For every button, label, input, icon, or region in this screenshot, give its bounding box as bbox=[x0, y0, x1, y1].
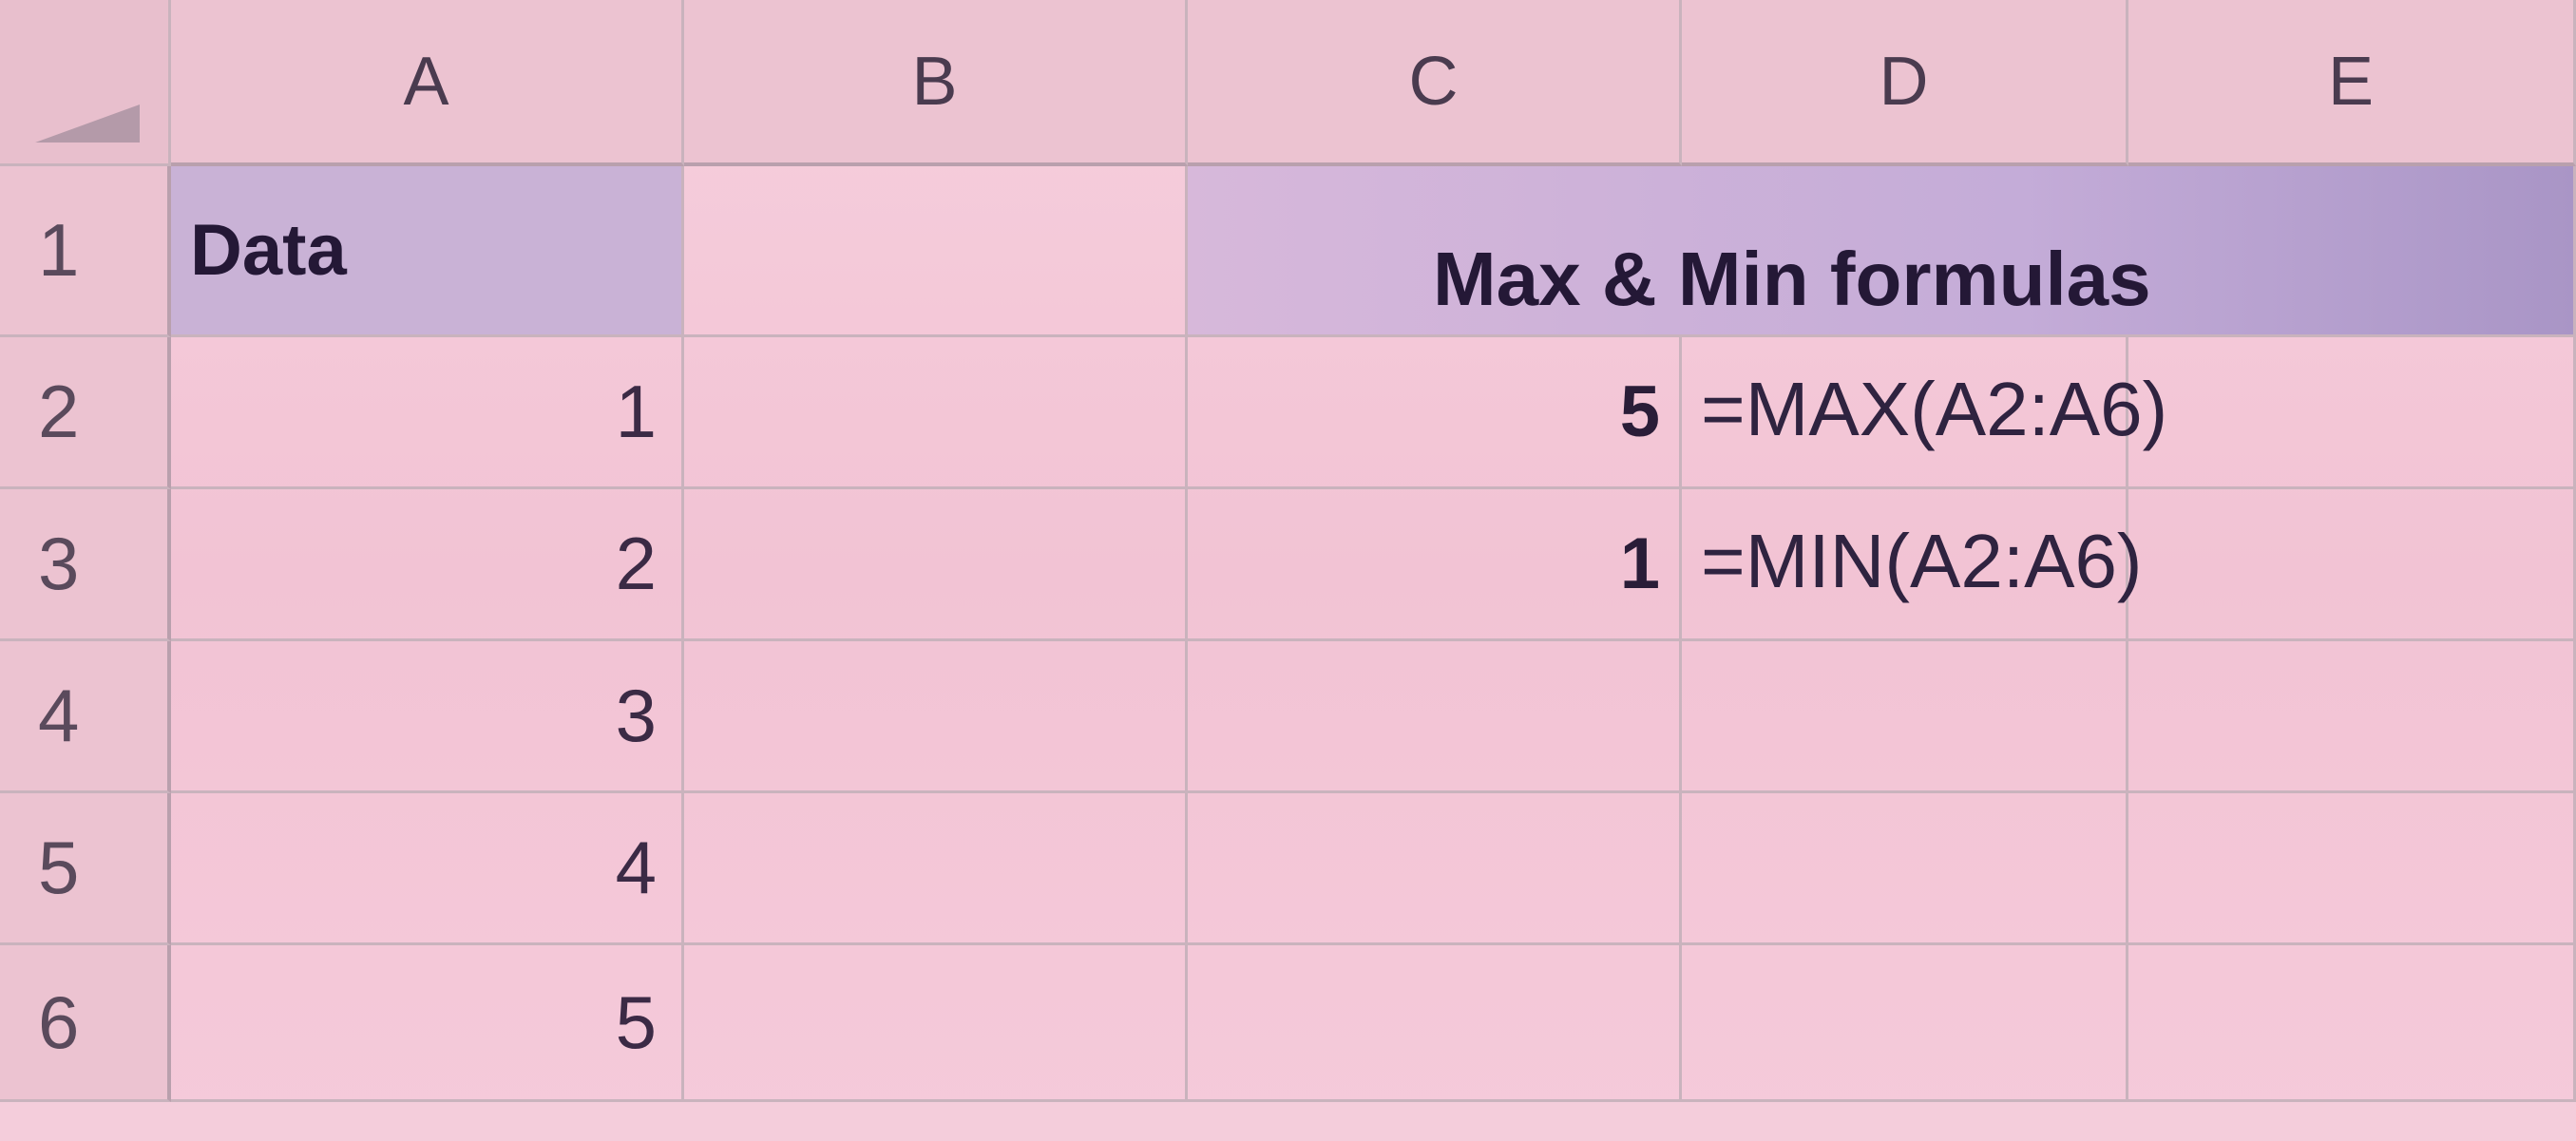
select-all-triangle-icon bbox=[35, 105, 140, 143]
spreadsheet-grid: A B C D E 1 2 3 4 5 6 Data Max & Min for… bbox=[0, 0, 2576, 1141]
row-header-5[interactable]: 5 bbox=[0, 793, 171, 945]
row-header-6[interactable]: 6 bbox=[0, 945, 171, 1102]
row-header-2-label: 2 bbox=[38, 370, 80, 453]
next-row-edge bbox=[0, 1102, 2576, 1141]
column-header-a[interactable]: A bbox=[171, 0, 684, 166]
column-header-b-label: B bbox=[911, 43, 958, 120]
max-result: 5 bbox=[1619, 371, 1660, 452]
select-all-corner[interactable] bbox=[0, 0, 171, 166]
max-formula-text: =MAX(A2:A6) bbox=[1701, 367, 2168, 451]
cell-e3[interactable] bbox=[2128, 489, 2576, 641]
cell-e6[interactable] bbox=[2128, 945, 2576, 1102]
cell-e5[interactable] bbox=[2128, 793, 2576, 945]
cell-b3[interactable] bbox=[684, 489, 1188, 641]
cell-c2[interactable]: 5 bbox=[1188, 337, 1682, 489]
cell-b4[interactable] bbox=[684, 641, 1188, 793]
row-header-1[interactable]: 1 bbox=[0, 166, 171, 337]
cell-a4-value: 3 bbox=[615, 674, 657, 757]
cell-a6-value: 5 bbox=[615, 979, 657, 1064]
column-header-d[interactable]: D bbox=[1682, 0, 2128, 166]
cell-b1[interactable] bbox=[684, 166, 1188, 337]
row-header-5-label: 5 bbox=[38, 826, 80, 909]
row-header-2[interactable]: 2 bbox=[0, 337, 171, 489]
column-header-e[interactable]: E bbox=[2128, 0, 2576, 166]
cell-a3[interactable]: 2 bbox=[171, 489, 684, 641]
row-header-3-label: 3 bbox=[38, 522, 80, 605]
cell-a5-value: 4 bbox=[615, 826, 657, 909]
cell-d4[interactable] bbox=[1682, 641, 2128, 793]
cell-a3-value: 2 bbox=[615, 522, 657, 605]
column-header-b[interactable]: B bbox=[684, 0, 1188, 166]
cell-b6[interactable] bbox=[684, 945, 1188, 1102]
cell-e2[interactable] bbox=[2128, 337, 2576, 489]
cell-a1-text: Data bbox=[190, 210, 347, 291]
column-header-d-label: D bbox=[1879, 43, 1929, 120]
cell-d6[interactable] bbox=[1682, 945, 2128, 1102]
row-header-6-label: 6 bbox=[38, 979, 80, 1064]
cell-c6[interactable] bbox=[1188, 945, 1682, 1102]
row-header-4[interactable]: 4 bbox=[0, 641, 171, 793]
row-header-3[interactable]: 3 bbox=[0, 489, 171, 641]
row-header-1-label: 1 bbox=[38, 208, 80, 292]
min-formula-text: =MIN(A2:A6) bbox=[1701, 519, 2143, 603]
cell-b2[interactable] bbox=[684, 337, 1188, 489]
cell-c5[interactable] bbox=[1188, 793, 1682, 945]
row-header-4-label: 4 bbox=[38, 674, 80, 757]
cell-e4[interactable] bbox=[2128, 641, 2576, 793]
column-header-e-label: E bbox=[2327, 43, 2375, 120]
formulas-title: Max & Min formulas bbox=[1433, 237, 2151, 321]
cell-a6[interactable]: 5 bbox=[171, 945, 684, 1102]
column-header-c-label: C bbox=[1408, 43, 1459, 120]
column-header-a-label: A bbox=[403, 43, 449, 120]
cell-a1[interactable]: Data bbox=[171, 166, 684, 337]
min-result: 1 bbox=[1619, 523, 1660, 604]
cell-c3[interactable]: 1 bbox=[1188, 489, 1682, 641]
cell-b5[interactable] bbox=[684, 793, 1188, 945]
cell-c4[interactable] bbox=[1188, 641, 1682, 793]
cell-a2[interactable]: 1 bbox=[171, 337, 684, 489]
cell-a5[interactable]: 4 bbox=[171, 793, 684, 945]
cell-a4[interactable]: 3 bbox=[171, 641, 684, 793]
cell-a2-value: 1 bbox=[615, 370, 657, 453]
column-header-c[interactable]: C bbox=[1188, 0, 1682, 166]
cell-d5[interactable] bbox=[1682, 793, 2128, 945]
